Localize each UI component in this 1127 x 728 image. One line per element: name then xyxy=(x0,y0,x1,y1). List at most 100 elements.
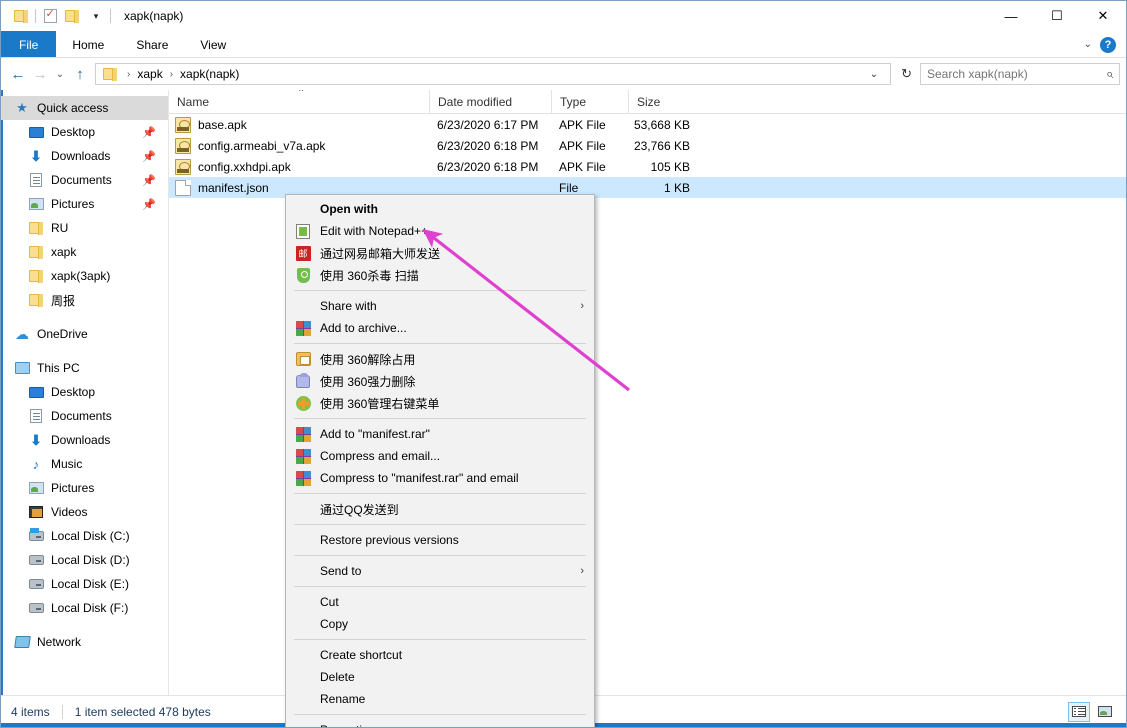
sidebar-item-onedrive[interactable]: ☁OneDrive xyxy=(1,322,168,346)
new-folder-icon[interactable] xyxy=(61,5,83,27)
up-button[interactable]: ↑ xyxy=(69,62,91,86)
breadcrumb[interactable]: › xapk › xapk(napk) ⌄ xyxy=(95,63,891,85)
file-size-cell: 1 KB xyxy=(628,181,698,195)
menu-item-360[interactable]: 使用 360杀毒 扫描 xyxy=(286,264,594,286)
folder-icon xyxy=(27,270,45,282)
back-button[interactable]: ← xyxy=(7,62,29,86)
minimize-button[interactable]: — xyxy=(988,1,1034,31)
sidebar-item-pictures[interactable]: Pictures📌 xyxy=(1,192,168,216)
nav-spacer xyxy=(1,312,168,322)
menu-item-360[interactable]: 使用 360解除占用 xyxy=(286,348,594,370)
tab-home[interactable]: Home xyxy=(56,31,120,58)
menu-item-add-to-archive[interactable]: Add to archive... xyxy=(286,317,594,339)
menu-item-create-shortcut[interactable]: Create shortcut xyxy=(286,644,594,666)
sidebar-item-[interactable]: 周报 xyxy=(1,288,168,312)
tab-file[interactable]: File xyxy=(1,31,56,58)
file-type-cell: APK File xyxy=(551,118,628,132)
context-menu: Open withEdit with Notepad++邮通过网易邮箱大师发送使… xyxy=(285,194,595,728)
column-header-size[interactable]: Size xyxy=(628,90,698,114)
breadcrumb-item-xapk-napk[interactable]: xapk(napk) xyxy=(178,67,241,81)
recent-locations-button[interactable]: ⌄ xyxy=(51,62,69,86)
sidebar-item-documents[interactable]: Documents📌 xyxy=(1,168,168,192)
chevron-right-icon: › xyxy=(580,565,584,577)
column-header-date-modified[interactable]: Date modified xyxy=(429,90,551,114)
folder-icon[interactable] xyxy=(10,5,32,27)
sidebar-item-label: Music xyxy=(51,457,82,471)
search-box[interactable]: ⌕ xyxy=(920,63,1120,85)
menu-item-restore-previous-versions[interactable]: Restore previous versions xyxy=(286,529,594,551)
sidebar-item-network[interactable]: Network xyxy=(1,630,168,654)
menu-item-compress-to-manifest-rar-and-email[interactable]: Compress to "manifest.rar" and email xyxy=(286,467,594,489)
sidebar-item-pictures[interactable]: Pictures xyxy=(1,476,168,500)
menu-item-send-to[interactable]: Send to› xyxy=(286,560,594,582)
sidebar-item-local-disk-f[interactable]: Local Disk (F:) xyxy=(1,596,168,620)
properties-icon[interactable] xyxy=(39,5,61,27)
customize-qat-icon[interactable]: ▾ xyxy=(85,5,107,27)
sort-ascending-icon: ⌃ xyxy=(297,90,305,99)
sidebar-item-desktop[interactable]: Desktop📌 xyxy=(1,120,168,144)
chevron-down-icon[interactable]: ⌄ xyxy=(1084,39,1092,50)
breadcrumb-separator-0: › xyxy=(122,69,135,80)
refresh-icon[interactable]: ↻ xyxy=(895,66,918,82)
menu-item-share-with[interactable]: Share with› xyxy=(286,295,594,317)
breadcrumb-item-xapk[interactable]: xapk xyxy=(135,67,164,81)
table-row[interactable]: config.armeabi_v7a.apk6/23/2020 6:18 PMA… xyxy=(169,135,1126,156)
menu-item-cut[interactable]: Cut xyxy=(286,591,594,613)
pin-icon[interactable]: 📌 xyxy=(142,126,156,139)
menu-item-[interactable]: 邮通过网易邮箱大师发送 xyxy=(286,242,594,264)
help-icon[interactable]: ? xyxy=(1100,37,1116,53)
menu-item-360[interactable]: 使用 360强力删除 xyxy=(286,370,594,392)
sidebar-item-ru[interactable]: RU xyxy=(1,216,168,240)
menu-item-open-with[interactable]: Open with xyxy=(286,198,594,220)
system-disk-icon xyxy=(27,531,45,541)
search-icon[interactable]: ⌕ xyxy=(1106,66,1113,82)
column-header-name[interactable]: Name ⌃ xyxy=(169,90,429,114)
menu-item-properties[interactable]: Properties xyxy=(286,719,594,728)
menu-separator xyxy=(294,524,586,525)
menu-item-rename[interactable]: Rename xyxy=(286,688,594,710)
table-row[interactable]: config.xxhdpi.apk6/23/2020 6:18 PMAPK Fi… xyxy=(169,156,1126,177)
sidebar-item-label: Network xyxy=(37,635,81,649)
sidebar-item-xapk[interactable]: xapk xyxy=(1,240,168,264)
menu-item-compress-and-email[interactable]: Compress and email... xyxy=(286,445,594,467)
maximize-button[interactable]: ☐ xyxy=(1034,1,1080,31)
tab-share[interactable]: Share xyxy=(120,31,184,58)
menu-item-copy[interactable]: Copy xyxy=(286,613,594,635)
tab-view[interactable]: View xyxy=(184,31,242,58)
details-view-button[interactable] xyxy=(1068,702,1090,722)
forward-button[interactable]: → xyxy=(29,62,51,86)
file-date-cell: 6/23/2020 6:18 PM xyxy=(429,139,551,153)
menu-separator xyxy=(294,290,586,291)
menu-item-360[interactable]: 使用 360管理右键菜单 xyxy=(286,392,594,414)
sidebar-item-videos[interactable]: Videos xyxy=(1,500,168,524)
sidebar-item-local-disk-c[interactable]: Local Disk (C:) xyxy=(1,524,168,548)
this-pc-icon xyxy=(13,362,31,374)
search-input[interactable] xyxy=(927,67,1106,81)
pin-icon[interactable]: 📌 xyxy=(142,150,156,163)
column-header-type[interactable]: Type xyxy=(551,90,628,114)
menu-item-edit-with-notepad[interactable]: Edit with Notepad++ xyxy=(286,220,594,242)
sidebar-item-local-disk-e[interactable]: Local Disk (E:) xyxy=(1,572,168,596)
sidebar-item-documents[interactable]: Documents xyxy=(1,404,168,428)
sidebar-item-this-pc[interactable]: This PC xyxy=(1,356,168,380)
menu-item-label: Add to archive... xyxy=(320,321,594,335)
sidebar-item-downloads[interactable]: ⬇Downloads📌 xyxy=(1,144,168,168)
pin-icon[interactable]: 📌 xyxy=(142,198,156,211)
close-button[interactable]: ✕ xyxy=(1080,1,1126,31)
sidebar-item-desktop[interactable]: Desktop xyxy=(1,380,168,404)
menu-item-delete[interactable]: Delete xyxy=(286,666,594,688)
sidebar-item-local-disk-d[interactable]: Local Disk (D:) xyxy=(1,548,168,572)
menu-item-qq[interactable]: 通过QQ发送到 xyxy=(286,498,594,520)
chevron-down-icon[interactable]: ⌄ xyxy=(862,69,886,80)
table-row[interactable]: base.apk6/23/2020 6:17 PMAPK File53,668 … xyxy=(169,114,1126,135)
pictures-icon xyxy=(27,198,45,210)
sidebar-item-xapk-3apk[interactable]: xapk(3apk) xyxy=(1,264,168,288)
apk-file-icon xyxy=(175,159,191,175)
large-icons-view-button[interactable] xyxy=(1094,702,1116,722)
sidebar-item-music[interactable]: ♪Music xyxy=(1,452,168,476)
qat-divider-2 xyxy=(110,9,111,23)
menu-item-add-to-manifest-rar[interactable]: Add to "manifest.rar" xyxy=(286,423,594,445)
pin-icon[interactable]: 📌 xyxy=(142,174,156,187)
sidebar-item-downloads[interactable]: ⬇Downloads xyxy=(1,428,168,452)
sidebar-item-quick-access[interactable]: ★Quick access xyxy=(1,96,168,120)
